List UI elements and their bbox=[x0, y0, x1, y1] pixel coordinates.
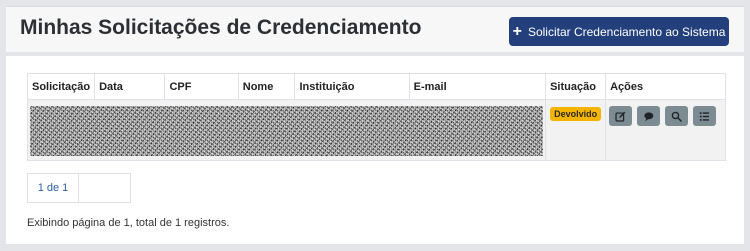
header-card: Minhas Solicitações de Credenciamento + … bbox=[6, 6, 744, 52]
status-cell: Devolvido bbox=[545, 99, 607, 161]
column-header-instituicao: Instituição bbox=[294, 73, 410, 100]
status-badge: Devolvido bbox=[550, 107, 602, 121]
plus-icon: + bbox=[512, 22, 522, 40]
page-indicator[interactable]: 1 de 1 bbox=[28, 174, 79, 202]
results-summary: Exibindo página de 1, total de 1 registr… bbox=[27, 217, 230, 229]
page-title: Minhas Solicitações de Credenciamento bbox=[20, 16, 422, 39]
column-header-solicitacao: Solicitação bbox=[26, 73, 96, 100]
search-button[interactable] bbox=[665, 106, 689, 126]
column-header-email: E-mail bbox=[408, 73, 547, 100]
redacted-row-data bbox=[26, 99, 547, 161]
column-header-situacao: Situação bbox=[545, 73, 607, 100]
pagination: 1 de 1 bbox=[27, 173, 131, 203]
actions-cell bbox=[605, 99, 726, 161]
comment-button[interactable] bbox=[637, 106, 661, 126]
request-accreditation-button[interactable]: + Solicitar Credenciamento ao Sistema bbox=[509, 17, 729, 46]
table-row: Devolvido bbox=[26, 99, 726, 161]
requests-table: Solicitação Data CPF Nome Instituição E-… bbox=[26, 73, 726, 161]
request-accreditation-label: Solicitar Credenciamento ao Sistema bbox=[527, 24, 726, 39]
column-header-cpf: CPF bbox=[164, 73, 239, 100]
table-header-row: Solicitação Data CPF Nome Instituição E-… bbox=[26, 73, 726, 100]
comment-icon bbox=[644, 111, 654, 121]
list-icon bbox=[699, 111, 710, 121]
search-icon bbox=[671, 111, 682, 122]
pagination-blank bbox=[79, 174, 130, 202]
column-header-data: Data bbox=[94, 73, 166, 100]
column-header-acoes: Ações bbox=[605, 73, 726, 100]
content-card: Solicitação Data CPF Nome Instituição E-… bbox=[6, 56, 744, 244]
edit-icon bbox=[615, 111, 626, 122]
row-actions bbox=[609, 106, 725, 126]
column-header-nome: Nome bbox=[237, 73, 296, 100]
list-button[interactable] bbox=[693, 106, 717, 126]
edit-button[interactable] bbox=[609, 106, 633, 126]
redacted-noise-image bbox=[30, 106, 544, 156]
